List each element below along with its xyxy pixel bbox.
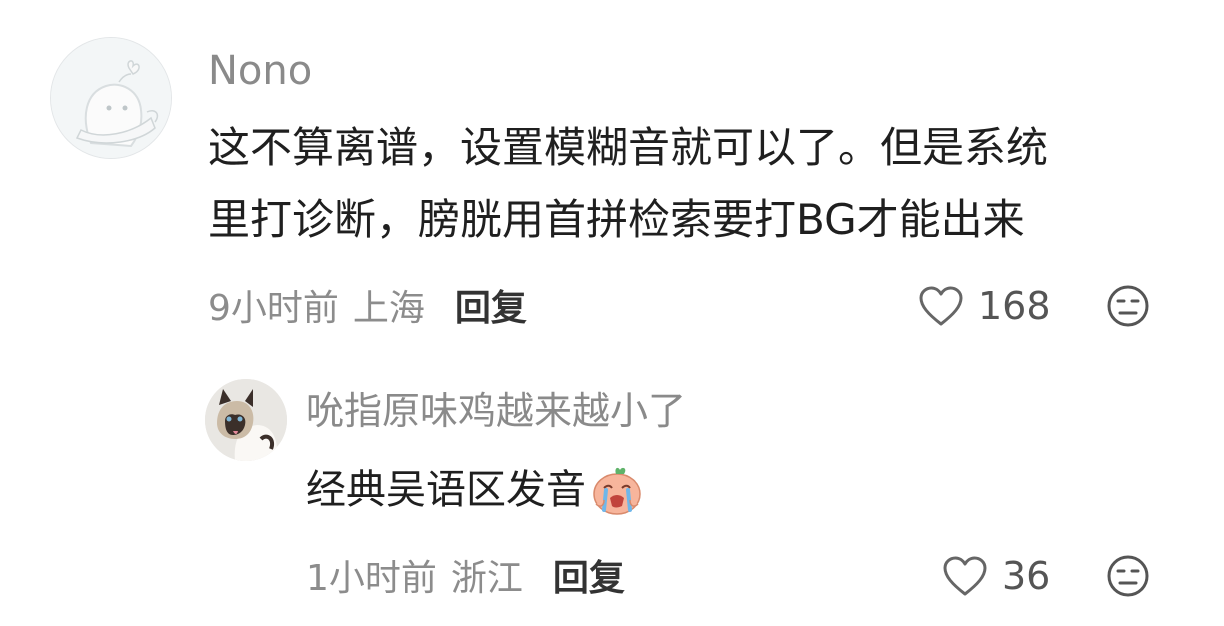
comment-time: 9小时前 [208,288,339,329]
like-count: 36 [1002,554,1051,598]
like-button[interactable]: 168 [918,284,1051,328]
user-avatar[interactable] [205,379,287,461]
siamese-cat-avatar-icon [205,379,287,461]
reaction-button[interactable] [1106,284,1150,332]
comment-username[interactable]: 吮指原味鸡越来越小了 [306,388,686,434]
comment-text-line: 里打诊断，膀胱用首拼检索要打BG才能出来 [208,195,1025,244]
comment-text: 经典吴语区发音 [306,458,644,522]
reply-button[interactable]: 回复 [455,279,527,331]
like-count: 168 [978,284,1051,328]
crying-peach-emoji-icon [593,467,641,515]
reaction-button[interactable] [1106,554,1150,602]
user-avatar[interactable] [50,37,172,159]
meh-face-icon [1107,285,1149,327]
comment-time: 1小时前 [306,558,437,599]
reply-button[interactable]: 回复 [553,549,625,601]
mascot-avatar-icon [51,38,171,158]
heart-icon [919,286,963,326]
comment-meta: 1小时前 浙江 回复 [306,549,625,601]
comment-meta: 9小时前 上海 回复 [208,279,527,331]
like-button[interactable]: 36 [942,554,1050,598]
comment-location: 浙江 [450,558,523,599]
heart-icon [943,556,987,596]
comment-text-line: 经典吴语区发音 [306,467,586,513]
comment-text: 这不算离谱，设置模糊音就可以了。但是系统 里打诊断，膀胱用首拼检索要打BG才能出… [208,112,1048,256]
comment-location: 上海 [352,288,425,329]
comment-text-line: 这不算离谱，设置模糊音就可以了。但是系统 [208,123,1049,172]
comment-username[interactable]: Nono [208,48,312,94]
meh-face-icon [1107,555,1149,597]
